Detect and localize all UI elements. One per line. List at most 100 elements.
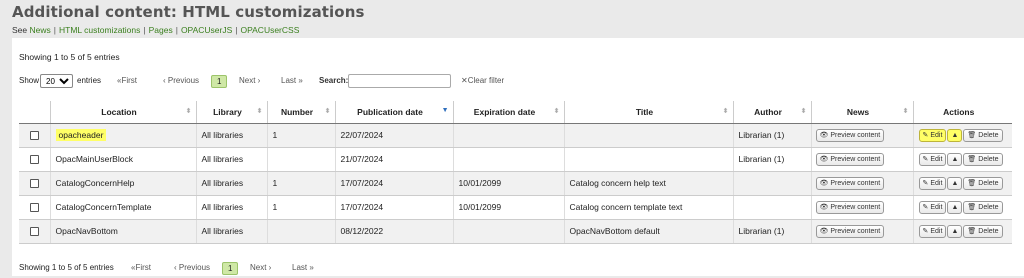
header-actions: Actions [912, 101, 1012, 124]
actions-cell: ✎ Edit ▲ 🗑 Delete [912, 219, 1012, 244]
see-links: See News | HTML customizations | Pages | OPACU… [12, 25, 299, 35]
edit-button[interactable]: ✎ Edit [918, 176, 947, 190]
preview-content-button[interactable]: 👁 Preview content [815, 152, 885, 166]
next-page-button[interactable]: Next › [250, 261, 271, 275]
expiration-date-cell: 10/01/2099 [452, 171, 564, 196]
separator: | [53, 25, 56, 35]
search-input[interactable] [348, 74, 451, 88]
last-page-button[interactable]: Last » [281, 74, 303, 88]
row-checkbox[interactable] [29, 155, 39, 165]
pencil-icon: ✎ [922, 203, 929, 211]
move-up-button[interactable]: ▲ [947, 224, 963, 238]
author-cell [732, 195, 811, 220]
last-page-button[interactable]: Last » [292, 261, 314, 275]
link-html-customizations[interactable]: HTML customizations [59, 25, 140, 35]
expiration-date-cell [452, 147, 564, 172]
header-number[interactable]: Number ⬍ [266, 101, 335, 124]
row-checkbox[interactable] [29, 179, 39, 189]
location-value[interactable]: opacheader [55, 129, 107, 141]
location-value: CatalogConcernTemplate [55, 202, 152, 212]
location-value: OpacMainUserBlock [55, 154, 133, 164]
clear-filter-button[interactable]: ✕Clear filter [461, 74, 504, 88]
author-cell [732, 171, 811, 196]
table-header-row: Location ⬍ Library ⬍ Number ⬍ Publication d… [19, 101, 1012, 124]
eye-icon: 👁 [819, 179, 829, 187]
edit-button[interactable]: ✎ Edit [918, 200, 947, 214]
expiration-date-cell [452, 123, 564, 148]
delete-button[interactable]: 🗑 Delete [963, 128, 1003, 142]
pencil-icon: ✎ [922, 179, 929, 187]
separator: | [235, 25, 238, 35]
header-publication-date[interactable]: Publication date ▼ [334, 101, 453, 124]
link-pages[interactable]: Pages [149, 25, 173, 35]
publication-date-cell: 21/07/2024 [334, 147, 453, 172]
chevron-right-icon: › [255, 76, 261, 85]
delete-button[interactable]: 🗑 Delete [963, 152, 1003, 166]
caret-up-icon: ▲ [951, 179, 959, 187]
current-page-button[interactable]: 1 [222, 262, 239, 275]
expiration-date-cell: 10/01/2099 [452, 195, 564, 220]
page-length-select[interactable]: 20 [40, 74, 73, 88]
location-cell: CatalogConcernTemplate [49, 195, 196, 220]
sort-desc-icon: ▼ [441, 107, 449, 114]
library-cell: All libraries [195, 147, 267, 172]
trash-icon: 🗑 [967, 131, 977, 139]
actions-cell: ✎ Edit ▲ 🗑 Delete [912, 147, 1012, 172]
eye-icon: 👁 [819, 203, 829, 211]
current-page-button[interactable]: 1 [211, 75, 228, 88]
title-cell [563, 147, 733, 172]
row-select-cell [19, 171, 50, 196]
page-title: Additional content: HTML customizations [12, 3, 365, 21]
move-up-button[interactable]: ▲ [947, 200, 963, 214]
next-page-button[interactable]: Next › [239, 74, 260, 88]
edit-button[interactable]: ✎ Edit [918, 128, 947, 142]
header-library[interactable]: Library ⬍ [195, 101, 267, 124]
actions-cell: ✎ Edit ▲ 🗑 Delete [912, 123, 1012, 148]
expiration-date-cell [452, 219, 564, 244]
sort-icon: ⬍ [553, 108, 560, 115]
number-cell [266, 147, 335, 172]
news-cell: 👁 Preview content [810, 219, 913, 244]
header-location[interactable]: Location ⬍ [49, 101, 196, 124]
header-select [19, 101, 50, 124]
header-author[interactable]: Author ⬍ [732, 101, 811, 124]
preview-content-button[interactable]: 👁 Preview content [815, 200, 885, 214]
location-cell: opacheader [49, 123, 196, 148]
publication-date-cell: 08/12/2022 [334, 219, 453, 244]
move-up-button[interactable]: ▲ [947, 176, 963, 190]
previous-page-button[interactable]: ‹ Previous [174, 261, 210, 275]
move-up-button[interactable]: ▲ [947, 152, 963, 166]
chevron-right-icon: › [266, 263, 272, 272]
title-cell: Catalog concern template text [563, 195, 733, 220]
move-up-button[interactable]: ▲ [947, 128, 963, 142]
first-page-button[interactable]: «First [131, 261, 151, 275]
delete-button[interactable]: 🗑 Delete [963, 200, 1003, 214]
location-cell: OpacNavBottom [49, 219, 196, 244]
edit-button[interactable]: ✎ Edit [918, 224, 947, 238]
preview-content-button[interactable]: 👁 Preview content [815, 128, 885, 142]
edit-button[interactable]: ✎ Edit [918, 152, 947, 166]
row-checkbox[interactable] [29, 203, 39, 213]
title-cell [563, 123, 733, 148]
row-select-cell [19, 147, 50, 172]
caret-up-icon: ▲ [951, 227, 959, 235]
link-opacuserjs[interactable]: OPACUserJS [181, 25, 232, 35]
link-news[interactable]: News [30, 25, 51, 35]
title-cell: OpacNavBottom default [563, 219, 733, 244]
eye-icon: 👁 [819, 155, 829, 163]
see-prefix: See [12, 25, 28, 35]
author-cell: Librarian (1) [732, 147, 811, 172]
first-page-button[interactable]: «First [117, 74, 137, 88]
previous-page-button[interactable]: ‹ Previous [163, 74, 199, 88]
delete-button[interactable]: 🗑 Delete [963, 176, 1003, 190]
preview-content-button[interactable]: 👁 Preview content [815, 176, 885, 190]
delete-button[interactable]: 🗑 Delete [963, 224, 1003, 238]
preview-content-button[interactable]: 👁 Preview content [815, 224, 885, 238]
row-checkbox[interactable] [29, 227, 39, 237]
header-title[interactable]: Title ⬍ [563, 101, 733, 124]
row-checkbox[interactable] [29, 131, 39, 141]
header-news[interactable]: News ⬍ [810, 101, 913, 124]
link-opacusercss[interactable]: OPACUserCSS [240, 25, 299, 35]
header-expiration-date[interactable]: Expiration date ⬍ [452, 101, 564, 124]
search-label: Search: [319, 76, 349, 85]
